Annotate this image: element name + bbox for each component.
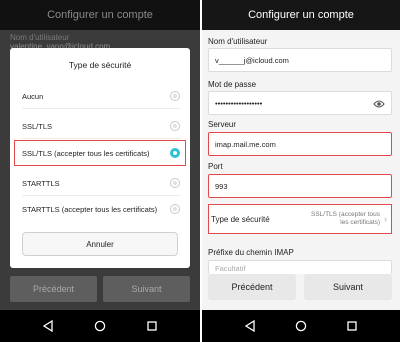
home-icon[interactable] [94,320,106,332]
option-label: SSL/TLS [22,121,53,131]
server-value: imap.mail.me.com [215,139,276,149]
option-label: STARTTLS (accepter tous les certificats) [22,204,158,214]
radio-icon[interactable] [170,121,180,131]
right-screen: Configurer un compte Nom d'utilisateur v… [202,0,400,342]
recents-icon[interactable] [346,320,358,332]
password-input[interactable]: •••••••••••••••••• [208,91,392,115]
option-starttls[interactable]: STARTTLS [10,170,190,196]
home-icon[interactable] [295,320,307,332]
eye-icon[interactable] [373,99,385,111]
bg-button-row: Précédent Suivant [10,276,190,302]
port-input[interactable]: 993 [208,174,392,198]
server-label: Serveur [208,120,237,129]
prev-button[interactable]: Précédent [208,274,296,300]
security-type-value: SSL/TLS (accepter tous les certificats) [310,210,380,226]
security-type-label: Type de sécurité [211,214,270,224]
bg-prev-button: Précédent [10,276,97,302]
security-type-row[interactable]: Type de sécurité SSL/TLS (accepter tous … [208,204,392,234]
option-starttls-accept-all[interactable]: STARTTLS (accepter tous les certificats) [10,196,190,222]
server-input[interactable]: imap.mail.me.com [208,132,392,156]
password-label: Mot de passe [208,80,257,89]
left-screen: Configurer un compte Nom d'utilisateur v… [0,0,200,342]
dialog-title: Type de sécurité [68,60,132,70]
back-icon[interactable] [244,320,256,332]
option-label: STARTTLS [22,178,60,188]
next-button[interactable]: Suivant [304,274,392,300]
option-aucun[interactable]: Aucun [10,83,190,109]
chevron-right-icon: › [384,214,387,224]
left-nav-bar [0,310,200,342]
back-icon[interactable] [42,320,54,332]
username-label: Nom d'utilisateur [208,37,268,46]
button-row: Précédent Suivant [208,274,392,300]
imap-prefix-input[interactable]: Facultatif [208,260,392,274]
radio-icon[interactable] [170,178,180,188]
radio-icon[interactable] [170,91,180,101]
username-input[interactable]: v______j@icloud.com [208,48,392,72]
cancel-button[interactable]: Annuler [22,232,178,256]
right-title: Configurer un compte [248,9,354,21]
imap-prefix-placeholder: Facultatif [215,264,246,273]
port-label: Port [208,162,223,171]
recents-icon[interactable] [146,320,158,332]
left-title-bar: Configurer un compte [0,0,200,30]
right-nav-bar [202,310,400,342]
selected-option-highlight [14,140,186,166]
left-title: Configurer un compte [47,9,153,21]
security-type-dialog: Type de sécurité Aucun SSL/TLS SSL/TLS (… [10,48,190,268]
bg-username-label: Nom d'utilisateur [10,33,70,42]
port-value: 993 [215,181,228,191]
imap-prefix-label: Préfixe du chemin IMAP [208,248,294,257]
username-value: v______j@icloud.com [215,55,289,65]
option-ssl-tls[interactable]: SSL/TLS [10,113,190,139]
bg-next-button: Suivant [103,276,190,302]
password-value: •••••••••••••••••• [215,98,263,108]
radio-icon[interactable] [170,204,180,214]
right-title-bar: Configurer un compte [202,0,400,30]
option-label: Aucun [22,91,44,101]
